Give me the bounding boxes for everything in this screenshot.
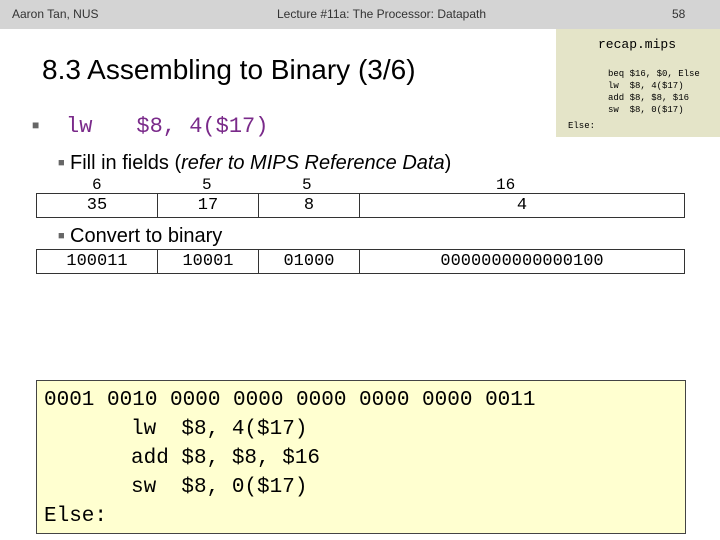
step-fill-fields: Fill in fields (refer to MIPS Reference …: [70, 152, 451, 175]
bullet-icon: ■: [58, 230, 65, 242]
instruction-line: lw $8, 4($17): [32, 114, 268, 139]
field-width: 5: [202, 176, 212, 194]
field-cell: 8: [258, 193, 360, 218]
step-fill-suffix: ): [444, 152, 452, 174]
field-cell: 17: [157, 193, 259, 218]
field-width: 6: [92, 176, 102, 194]
decimal-fields-table: 35 17 8 4: [36, 193, 685, 218]
answer-else-label: Else:: [44, 505, 108, 528]
answer-lw-line: lw $8, 4($17): [131, 418, 308, 441]
recap-title: recap.mips: [598, 37, 677, 52]
lecture-title: Lecture #11a: The Processor: Datapath: [277, 7, 487, 21]
bullet-icon: ■: [58, 157, 65, 169]
instruction-args: $8, 4($17): [136, 114, 269, 139]
field-width: 16: [496, 176, 516, 194]
step-fill-prefix: Fill in fields (: [70, 152, 182, 174]
recap-box: recap.mips beq $16, $0, Else lw $8, 4($1…: [556, 29, 720, 137]
machine-code: 0001 0010 0000 0000 0000 0000 0000 0011: [44, 389, 536, 412]
author-label: Aaron Tan, NUS: [12, 7, 99, 21]
reference-data-text: refer to MIPS Reference Data: [181, 152, 445, 174]
field-cell: 4: [359, 193, 685, 218]
field-width: 5: [302, 176, 312, 194]
answer-box: 0001 0010 0000 0000 0000 0000 0000 0011 …: [36, 380, 686, 534]
binary-cell: 100011: [36, 249, 158, 274]
recap-else-label: Else:: [568, 121, 596, 131]
binary-cell: 10001: [157, 249, 259, 274]
binary-fields-table: 100011 10001 01000 0000000000000100: [36, 249, 685, 274]
slide-title: 8.3 Assembling to Binary (3/6): [42, 54, 416, 85]
binary-cell: 0000000000000100: [359, 249, 685, 274]
table-row: 100011 10001 01000 0000000000000100: [36, 249, 685, 274]
recap-line: lw $8, 4($17): [608, 81, 684, 91]
page-number: 58: [672, 7, 686, 21]
answer-add-line: add $8, $8, $16: [131, 447, 321, 470]
recap-line: sw $8, 0($17): [608, 105, 684, 115]
recap-line: add $8, $8, $16: [608, 93, 690, 103]
recap-line: beq $16, $0, Else: [608, 69, 700, 79]
table-row: 35 17 8 4: [36, 193, 685, 218]
instruction-keyword: lw: [66, 114, 93, 139]
field-cell: 35: [36, 193, 158, 218]
step-convert-binary: Convert to binary: [70, 225, 223, 247]
answer-sw-line: sw $8, 0($17): [131, 476, 308, 499]
binary-cell: 01000: [258, 249, 360, 274]
